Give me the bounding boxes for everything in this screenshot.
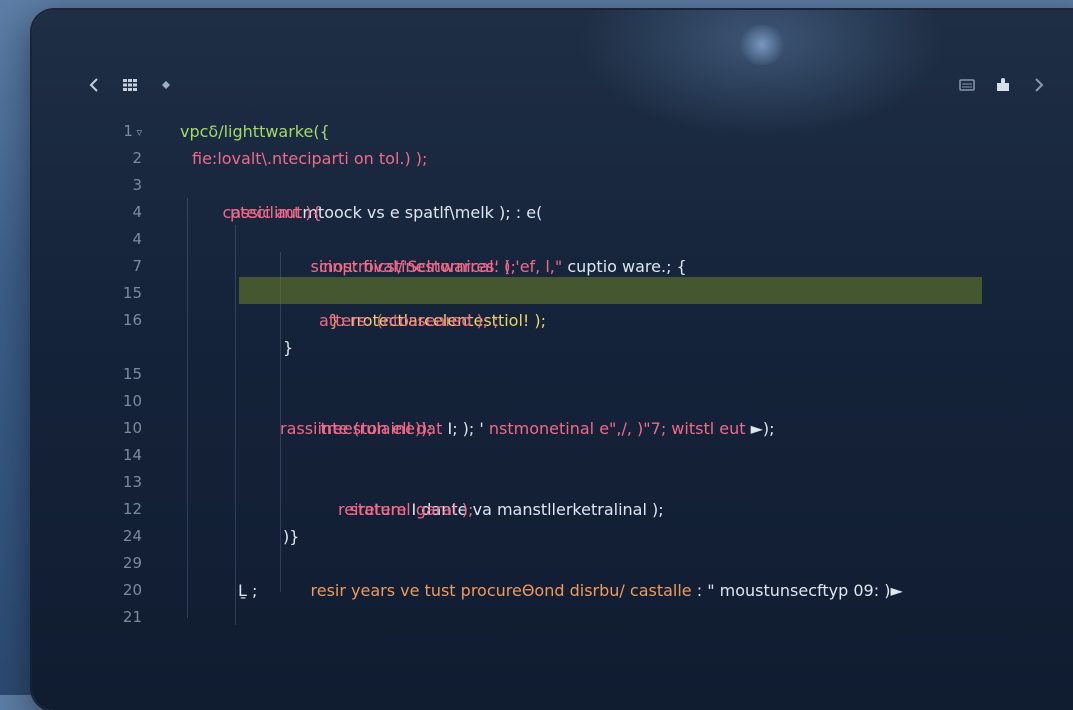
line-number: 1 ▿ (123, 122, 142, 140)
indent-guide (187, 198, 188, 618)
back-chevron-icon[interactable] (84, 74, 104, 96)
line-number: 12 (122, 500, 142, 518)
code-line: atters: (ntosseared ); ; (319, 311, 499, 330)
fold-arrow-icon[interactable]: ▿ (133, 126, 142, 139)
code-line: cassic autmtoock vs e spatlf\melk ); : e… (222, 203, 543, 222)
line-number: 29 (122, 554, 142, 572)
code-line: fie:lovalt\.nteciparti on tol.) ); (192, 149, 428, 168)
indent-guide (235, 225, 236, 625)
line-number (112, 334, 142, 361)
line-number: 10 (122, 419, 142, 437)
code-line: ptecilimt ){ (230, 203, 322, 222)
line-number: 21 (122, 608, 142, 626)
dot-icon[interactable] (156, 74, 176, 96)
code-line: sinostroval/'Sclnwarres' ( 'ef, l," cupt… (310, 257, 687, 276)
line-number: 4 (132, 230, 142, 248)
line-number: 14 (122, 446, 142, 464)
line-number: 3 (132, 176, 142, 194)
line-number: 7 (132, 257, 142, 275)
grid-icon[interactable] (120, 74, 140, 96)
code-line: stature Ⅰ dante va manstllerketralinal )… (349, 500, 664, 519)
line-number: 13 (122, 473, 142, 491)
line-number: 4 (132, 203, 142, 221)
code-line: Ḻ ; (238, 581, 258, 600)
code-line: reireteml garal ); (338, 500, 474, 519)
line-number: 15 (122, 284, 142, 302)
toolbar-left (84, 74, 176, 96)
light-glow (737, 25, 787, 65)
code-editor-window: 1 ▿ 2 3 4 4 7 15 16 15 10 10 14 13 12 24… (32, 10, 1073, 710)
extension-icon[interactable] (993, 74, 1013, 96)
line-number: 15 (122, 365, 142, 383)
code-line: vpcẟ/lighttwarke({ (180, 122, 330, 141)
code-line: treeston ell dat I; ); ' nstmonetinal e"… (320, 419, 775, 438)
code-line: }: rrotectlarcelentesttiol! ); (329, 311, 547, 330)
line-number: 20 (122, 581, 142, 599)
code-line: } (283, 338, 294, 357)
line-number: 16 (122, 311, 142, 329)
line-number-gutter: 1 ▿ 2 3 4 4 7 15 16 15 10 10 14 13 12 24… (112, 118, 142, 631)
code-line: cinμ: fiicstinestornical: ); (319, 257, 516, 276)
panel-icon[interactable] (957, 74, 977, 96)
line-number: 10 (122, 392, 142, 410)
line-number: 2 (132, 149, 142, 167)
code-line: )} (283, 527, 300, 546)
toolbar-right (957, 74, 1049, 96)
code-line: resir years ve tust procureΘond disrbu/ … (310, 581, 903, 600)
line-number: 24 (122, 527, 142, 545)
code-line: rassiinte (rulaine)); (280, 419, 433, 438)
forward-chevron-icon[interactable] (1029, 74, 1049, 96)
